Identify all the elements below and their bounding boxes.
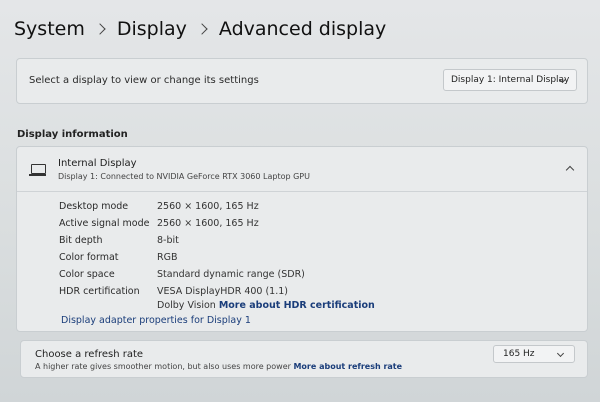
refresh-rate-card: Choose a refresh rate A higher rate give… — [20, 340, 588, 378]
refresh-rate-dropdown[interactable]: 165 Hz — [493, 345, 575, 363]
breadcrumb-system[interactable]: System — [14, 18, 85, 40]
property-row: Dolby Vision More about HDR certificatio… — [59, 300, 459, 314]
property-row: Desktop mode 2560 × 1600, 165 Hz — [59, 201, 459, 215]
refresh-rate-link[interactable]: More about refresh rate — [293, 362, 402, 371]
property-value: RGB — [157, 252, 178, 263]
display-connection-subtitle: Display 1: Connected to NVIDIA GeForce R… — [58, 172, 310, 181]
breadcrumb-separator-icon — [94, 23, 106, 35]
refresh-rate-value: 165 Hz — [503, 349, 535, 359]
breadcrumb-display[interactable]: Display — [117, 18, 187, 40]
property-key: Color space — [59, 269, 115, 280]
chevron-down-icon — [556, 349, 565, 358]
refresh-rate-subtitle: A higher rate gives smoother motion, but… — [35, 362, 402, 371]
dolby-vision-label: Dolby Vision — [157, 300, 216, 311]
display-name: Internal Display — [58, 158, 137, 169]
refresh-rate-description: A higher rate gives smoother motion, but… — [35, 362, 291, 371]
property-key: Desktop mode — [59, 201, 129, 212]
property-value: 8-bit — [157, 235, 179, 246]
property-value: Standard dynamic range (SDR) — [157, 269, 305, 280]
settings-page: System Display Advanced display Select a… — [0, 0, 600, 402]
display-information-card: Internal Display Display 1: Connected to… — [16, 146, 588, 332]
refresh-rate-title: Choose a refresh rate — [35, 349, 144, 360]
property-row: Bit depth 8-bit — [59, 235, 459, 249]
property-row: Color space Standard dynamic range (SDR) — [59, 269, 459, 283]
hdr-extra-value: Dolby Vision More about HDR certificatio… — [157, 300, 375, 311]
property-key: HDR certification — [59, 286, 140, 297]
breadcrumb-separator-icon — [196, 23, 208, 35]
property-row: Color format RGB — [59, 252, 459, 266]
select-display-card: Select a display to view or change its s… — [16, 58, 588, 104]
display-select-dropdown[interactable]: Display 1: Internal Display — [443, 69, 577, 91]
property-value: 2560 × 1600, 165 Hz — [157, 218, 259, 229]
property-value: VESA DisplayHDR 400 (1.1) — [157, 286, 288, 297]
property-key: Active signal mode — [59, 218, 150, 229]
display-adapter-properties-link[interactable]: Display adapter properties for Display 1 — [61, 315, 251, 326]
display-information-header[interactable]: Internal Display Display 1: Connected to… — [17, 147, 587, 192]
property-value: 2560 × 1600, 165 Hz — [157, 201, 259, 212]
breadcrumb: System Display Advanced display — [14, 18, 386, 40]
section-title-display-information: Display information — [17, 129, 128, 140]
monitor-icon — [29, 164, 46, 176]
display-select-value: Display 1: Internal Display — [451, 75, 570, 85]
hdr-certification-link[interactable]: More about HDR certification — [219, 300, 375, 311]
property-row: HDR certification VESA DisplayHDR 400 (1… — [59, 286, 459, 300]
property-row: Active signal mode 2560 × 1600, 165 Hz — [59, 218, 459, 232]
property-key: Bit depth — [59, 235, 103, 246]
property-key: Color format — [59, 252, 119, 263]
chevron-up-icon[interactable] — [565, 165, 575, 175]
select-display-label: Select a display to view or change its s… — [29, 75, 259, 86]
page-title: Advanced display — [218, 18, 387, 40]
